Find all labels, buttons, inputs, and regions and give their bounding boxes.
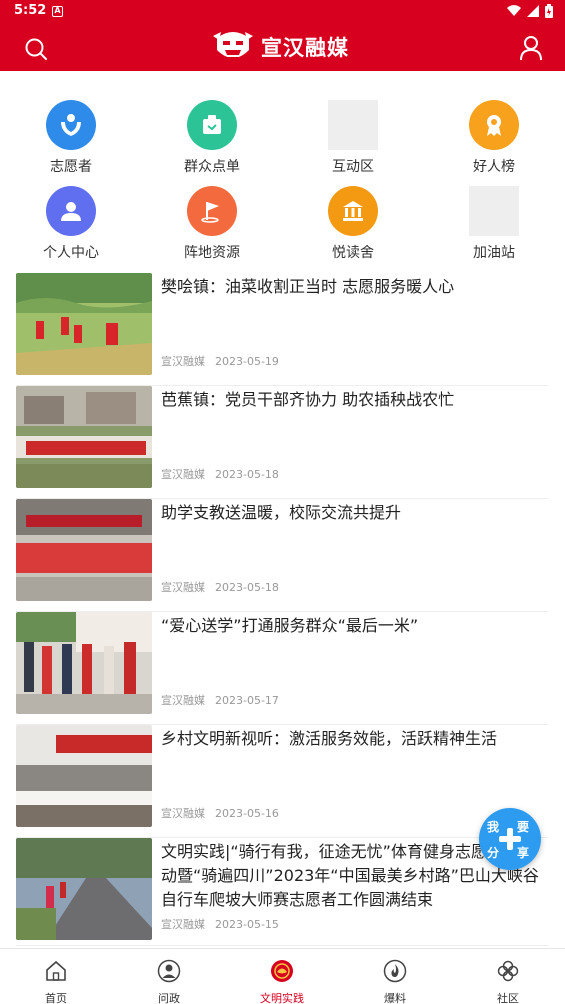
person-icon [157,959,181,983]
user-profile-icon[interactable] [519,35,543,61]
app-header: 5:52 A 宣汉融媒 [0,0,565,71]
wifi-icon [507,5,521,17]
nav-label: 首页 [45,992,67,1004]
mask-logo-icon [213,32,253,59]
nav-label: 爆料 [384,992,406,1004]
news-title: “爱心送学”打通服务群众“最后一米” [161,616,419,635]
nav-item-community[interactable]: 社区 [468,959,548,1004]
grid-item-order[interactable]: 群众点单 [162,100,262,176]
grid-label: 加油站 [473,245,515,261]
grid-item-good-people[interactable]: 好人榜 [444,100,544,176]
news-source: 宣汉融媒 [161,355,205,368]
community-icon [497,960,519,982]
news-date: 2023-05-15 [215,918,279,931]
news-thumbnail [16,725,152,827]
nav-label: 社区 [497,992,519,1004]
grid-item-gas-station[interactable]: 加油站 [444,186,544,262]
award-icon [469,100,519,150]
nav-item-politics[interactable]: 问政 [129,959,209,1004]
civilization-logo-icon [271,960,293,982]
news-thumbnail [16,386,152,488]
share-fab-button[interactable]: 我 要 分 享 [479,808,541,870]
grid-label: 群众点单 [184,159,240,175]
search-icon[interactable] [24,37,48,61]
status-bar: 5:52 A [0,0,565,24]
grid-label: 互动区 [332,159,374,175]
news-title: 樊哙镇：油菜收割正当时 志愿服务暖人心 [161,277,455,296]
app-logo: 宣汉融媒 [213,27,349,67]
news-item[interactable]: “爱心送学”打通服务群众“最后一米” 宣汉融媒 2023-05-17 [16,612,548,725]
news-title: 乡村文明新视听：激活服务效能，活跃精神生活 [161,729,498,748]
status-time: 5:52 [14,3,47,18]
news-title: 芭蕉镇：党员干部齐协力 助农插秧战农忙 [161,390,455,409]
grid-item-volunteer[interactable]: 志愿者 [21,100,121,176]
news-date: 2023-05-19 [215,355,279,368]
nav-item-home[interactable]: 首页 [16,959,96,1004]
news-meta: 宣汉融媒 2023-05-19 [161,353,279,369]
image-placeholder [328,100,378,150]
grid-label: 悦读舍 [332,245,374,261]
signal-icon [527,5,539,17]
news-thumbnail [16,838,152,940]
grid-item-resources[interactable]: 阵地资源 [162,186,262,262]
order-icon [187,100,237,150]
news-meta: 宣汉融媒 2023-05-17 [161,692,279,708]
news-thumbnail [16,273,152,375]
grid-item-interaction[interactable]: 互动区 [303,100,403,176]
news-thumbnail [16,499,152,601]
volunteer-icon [46,100,96,150]
news-source: 宣汉融媒 [161,468,205,481]
news-item[interactable]: 文明实践|“骑行有我，征途无忧”体育健身志愿服务活动暨“骑遍四川”2023年“中… [16,838,548,946]
news-meta: 宣汉融媒 2023-05-15 [161,916,279,932]
nav-label: 文明实践 [260,992,304,1004]
nav-item-report[interactable]: 爆料 [355,959,435,1004]
grid-label: 阵地资源 [184,245,240,261]
news-meta: 宣汉融媒 2023-05-16 [161,805,279,821]
news-date: 2023-05-18 [215,581,279,594]
home-icon [46,960,66,981]
grid-label: 好人榜 [473,159,515,175]
news-source: 宣汉融媒 [161,581,205,594]
grid-item-reading[interactable]: 悦读舍 [303,186,403,262]
news-item[interactable]: 乡村文明新视听：激活服务效能，活跃精神生活 宣汉融媒 2023-05-16 [16,725,548,838]
news-item[interactable]: 芭蕉镇：党员干部齐协力 助农插秧战农忙 宣汉融媒 2023-05-18 [16,386,548,499]
bottom-nav: 首页 问政 文明实践 爆料 社区 [0,948,565,1004]
grid-label: 个人中心 [43,245,99,261]
library-icon [328,186,378,236]
location-flag-icon [187,186,237,236]
news-thumbnail [16,612,152,714]
news-source: 宣汉融媒 [161,694,205,707]
system-icons [507,4,553,18]
image-placeholder [469,186,519,236]
notification-icon: A [52,6,63,17]
nav-item-civilization[interactable]: 文明实践 [242,959,322,1004]
news-source: 宣汉融媒 [161,918,205,931]
news-date: 2023-05-17 [215,694,279,707]
grid-item-personal-center[interactable]: 个人中心 [21,186,121,262]
plus-icon [499,828,521,850]
app-title: 宣汉融媒 [261,36,349,60]
news-source: 宣汉融媒 [161,807,205,820]
fire-icon [383,959,407,983]
nav-label: 问政 [158,992,180,1004]
battery-icon [545,4,553,18]
news-item[interactable]: 助学支教送温暖，校际交流共提升 宣汉融媒 2023-05-18 [16,499,548,612]
news-meta: 宣汉融媒 2023-05-18 [161,466,279,482]
news-date: 2023-05-16 [215,807,279,820]
news-meta: 宣汉融媒 2023-05-18 [161,579,279,595]
news-title: 助学支教送温暖，校际交流共提升 [161,503,402,522]
news-date: 2023-05-18 [215,468,279,481]
grid-label: 志愿者 [50,159,92,175]
user-center-icon [46,186,96,236]
news-item[interactable]: 樊哙镇：油菜收割正当时 志愿服务暖人心 宣汉融媒 2023-05-19 [16,273,548,386]
